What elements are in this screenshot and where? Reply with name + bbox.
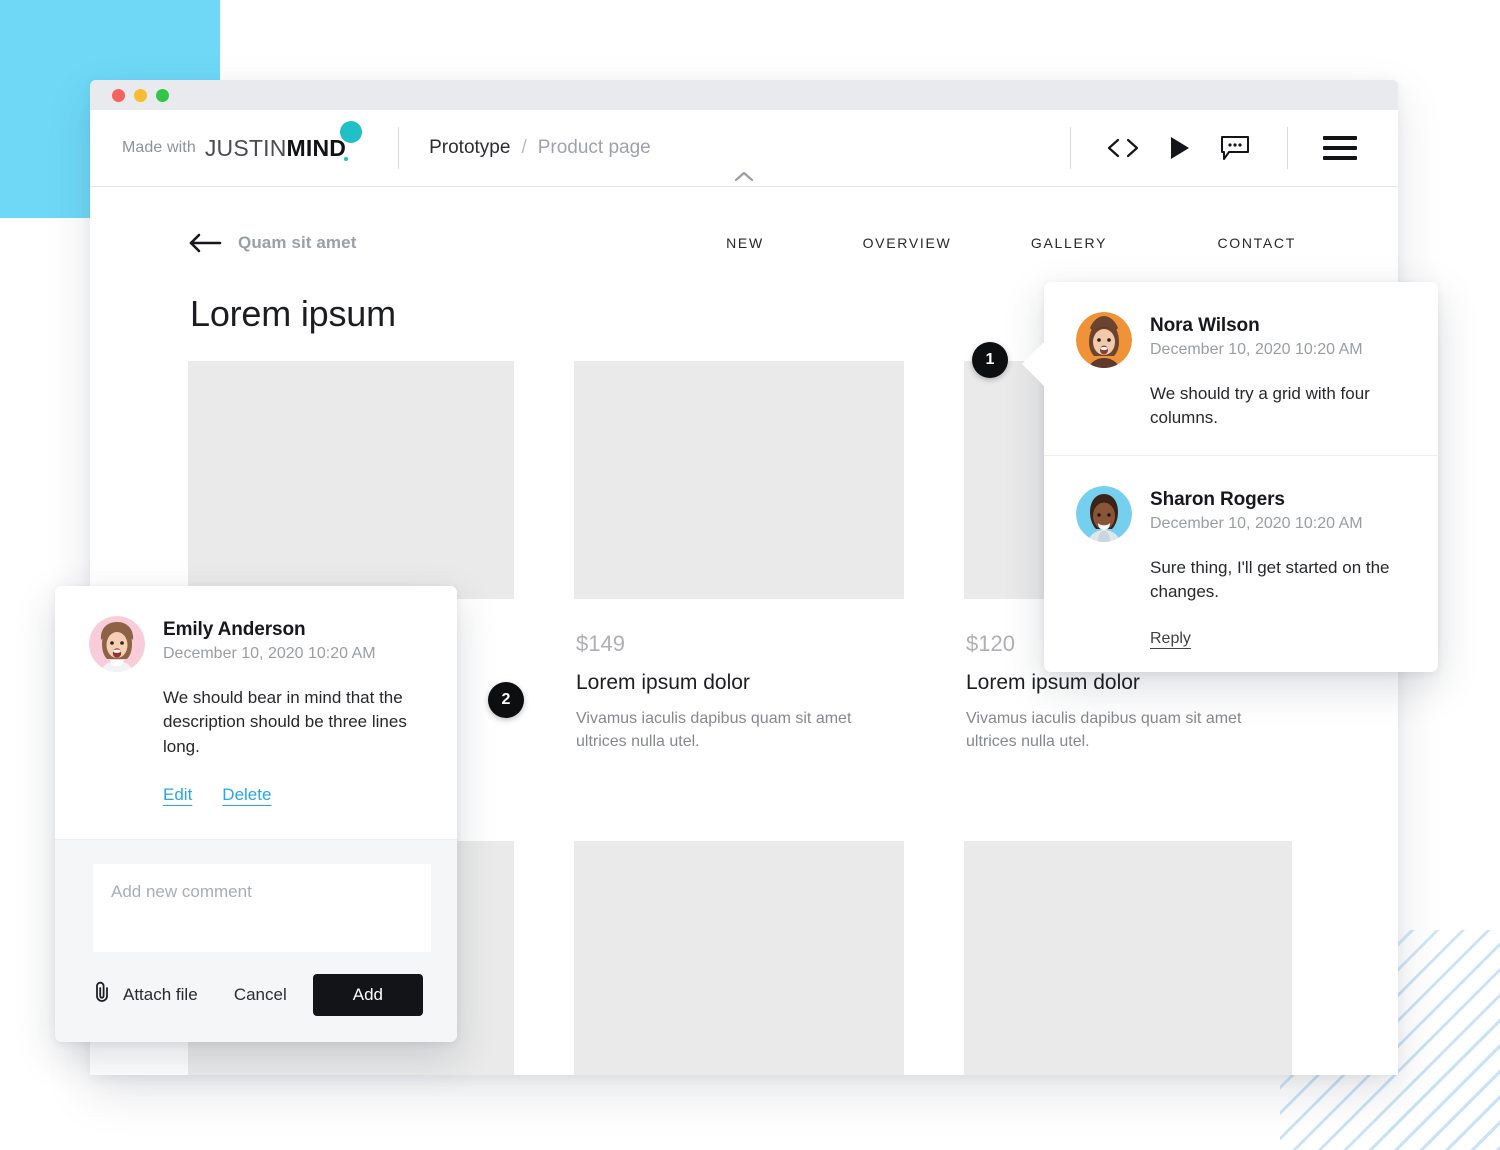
comment-meta: Sharon Rogers December 10, 2020 10:20 AM xyxy=(1150,486,1363,542)
brand-logo: Made with JUSTIN MIND xyxy=(122,120,374,162)
toolbar-divider-right xyxy=(1287,127,1288,169)
window-maximize-button[interactable] xyxy=(156,88,169,102)
attach-file-button[interactable]: Attach file xyxy=(93,980,198,1009)
product-price: $149 xyxy=(576,631,625,656)
brand-made-with-label: Made with xyxy=(122,139,196,156)
hamburger-menu-icon[interactable] xyxy=(1312,126,1368,170)
attach-file-label: Attach file xyxy=(123,984,198,1004)
product-description: Vivamus iaculis dapibus quam sit amet ul… xyxy=(966,710,1242,751)
comment-thread-panel: Nora Wilson December 10, 2020 10:20 AM W… xyxy=(1022,282,1438,673)
toolbar-divider-left xyxy=(398,127,400,169)
edit-link[interactable]: Edit xyxy=(163,785,192,805)
product-title: Lorem ipsum dolor xyxy=(966,671,1140,694)
paperclip-icon xyxy=(93,980,111,1009)
comment-header: Nora Wilson December 10, 2020 10:20 AM xyxy=(1076,312,1404,368)
code-icon[interactable] xyxy=(1095,126,1151,170)
comment-pin-2[interactable]: 2 xyxy=(488,682,524,718)
comment-author: Emily Anderson xyxy=(163,619,306,640)
window-minimize-button[interactable] xyxy=(134,88,147,102)
breadcrumb: Prototype / Product page xyxy=(429,137,651,159)
logo-text-justin: JUSTIN xyxy=(204,134,287,161)
comment-actions: Reply xyxy=(1150,630,1404,648)
new-comment-input[interactable] xyxy=(93,863,431,952)
comment-body: We should bear in mind that the descript… xyxy=(163,688,407,756)
app-toolbar: Made with JUSTIN MIND Prototype / Product… xyxy=(90,110,1398,187)
comment-pin-1[interactable]: 1 xyxy=(972,342,1008,378)
back-arrow-icon[interactable] xyxy=(188,233,222,253)
comment-meta: Nora Wilson December 10, 2020 10:20 AM xyxy=(1150,312,1363,368)
chevron-up-icon[interactable] xyxy=(734,171,754,184)
comment-body: Sure thing, I'll get started on the chan… xyxy=(1150,557,1390,601)
editor-comment-section: Emily Anderson December 10, 2020 10:20 A… xyxy=(55,586,457,839)
breadcrumb-separator: / xyxy=(521,137,527,158)
product-title: Lorem ipsum dolor xyxy=(576,671,750,694)
comment-timestamp: December 10, 2020 10:20 AM xyxy=(1150,514,1363,532)
comment-meta: Emily Anderson December 10, 2020 10:20 A… xyxy=(163,616,376,672)
menu-item-gallery[interactable]: GALLERY xyxy=(988,235,1150,251)
page-back-label[interactable]: Quam sit amet xyxy=(238,233,356,253)
comment-item: Sharon Rogers December 10, 2020 10:20 AM… xyxy=(1044,454,1438,673)
comment-editor-panel: Emily Anderson December 10, 2020 10:20 A… xyxy=(55,586,457,1042)
avatar xyxy=(1076,312,1132,368)
delete-link[interactable]: Delete xyxy=(222,785,271,805)
toolbar-divider-icons xyxy=(1070,127,1071,169)
logo-text-mind: MIND xyxy=(286,134,347,161)
product-image-placeholder xyxy=(574,361,904,599)
comment-body: We should try a grid with four columns. xyxy=(1150,384,1370,428)
comment-author: Nora Wilson xyxy=(1150,315,1260,336)
toolbar-icon-group xyxy=(1095,126,1368,170)
page-navigation: Quam sit amet NEW OVERVIEW GALLERY CONTA… xyxy=(188,187,1300,279)
comment-timestamp: December 10, 2020 10:20 AM xyxy=(1150,341,1363,358)
comment-header: Emily Anderson December 10, 2020 10:20 A… xyxy=(89,616,425,672)
avatar xyxy=(1076,485,1132,542)
comment-author: Sharon Rogers xyxy=(1150,488,1285,510)
main-menu: NEW OVERVIEW GALLERY CONTACT xyxy=(664,235,1300,251)
menu-item-new[interactable]: NEW xyxy=(664,235,826,251)
breadcrumb-current-page[interactable]: Product page xyxy=(538,137,651,159)
logo-teal-dot-icon xyxy=(340,120,363,143)
logo-small-dot-icon xyxy=(344,156,349,161)
product-image-placeholder[interactable] xyxy=(574,841,904,1075)
product-image-placeholder xyxy=(188,361,514,599)
window-titlebar xyxy=(90,80,1398,110)
comment-item: Nora Wilson December 10, 2020 10:20 AM W… xyxy=(1044,282,1438,455)
editor-action-bar: Attach file Cancel Add xyxy=(93,973,431,1016)
product-image-placeholder[interactable] xyxy=(964,841,1292,1075)
comment-header: Sharon Rogers December 10, 2020 10:20 AM xyxy=(1076,485,1404,542)
menu-item-contact[interactable]: CONTACT xyxy=(1150,235,1300,251)
comment-icon[interactable] xyxy=(1207,126,1263,170)
play-icon[interactable] xyxy=(1151,126,1207,170)
avatar xyxy=(89,616,145,672)
editor-input-section: Attach file Cancel Add xyxy=(55,838,457,1042)
cancel-button[interactable]: Cancel xyxy=(224,977,297,1013)
product-card[interactable]: $149 Lorem ipsum dolor Vivamus iaculis d… xyxy=(574,361,904,753)
menu-item-overview[interactable]: OVERVIEW xyxy=(826,235,988,251)
add-button[interactable]: Add xyxy=(312,973,423,1016)
comment-actions: Edit Delete xyxy=(163,785,425,805)
window-close-button[interactable] xyxy=(112,88,125,102)
breadcrumb-prototype[interactable]: Prototype xyxy=(429,137,510,159)
justinmind-wordmark: JUSTIN MIND xyxy=(204,120,363,162)
comment-timestamp: December 10, 2020 10:20 AM xyxy=(163,645,376,662)
product-description: Vivamus iaculis dapibus quam sit amet ul… xyxy=(576,710,852,751)
reply-link[interactable]: Reply xyxy=(1150,630,1191,648)
